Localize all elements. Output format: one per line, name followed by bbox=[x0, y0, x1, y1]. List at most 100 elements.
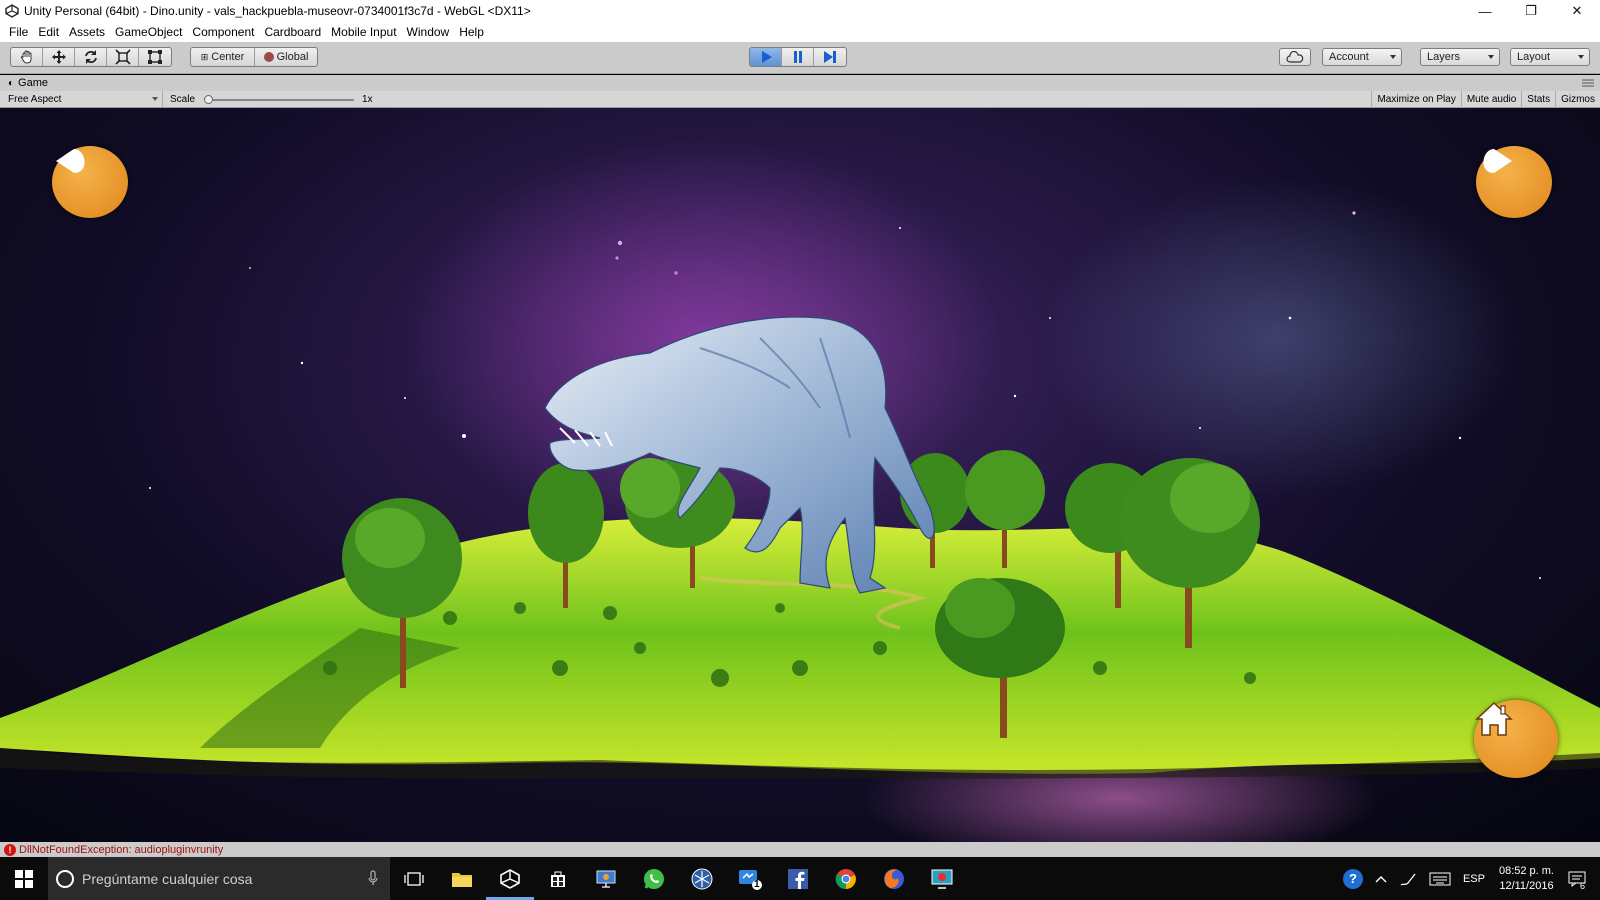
previous-button[interactable] bbox=[52, 146, 128, 218]
space-global-toggle[interactable]: Global bbox=[255, 48, 317, 66]
globe-icon bbox=[263, 52, 274, 62]
console-status-bar[interactable]: ! DllNotFoundException: audiopluginvruni… bbox=[0, 842, 1600, 857]
console-error-message: DllNotFoundException: audiopluginvrunity bbox=[19, 843, 224, 856]
move-tool-button[interactable] bbox=[43, 48, 75, 66]
gizmos-dropdown[interactable]: Gizmos bbox=[1555, 91, 1600, 108]
step-button[interactable] bbox=[814, 48, 846, 66]
messenger-button[interactable]: 1 bbox=[726, 857, 774, 900]
menu-bar: File Edit Assets GameObject Component Ca… bbox=[0, 22, 1600, 42]
chevron-down-icon bbox=[1578, 55, 1584, 59]
game-tab-label: Game bbox=[18, 77, 49, 89]
show-hidden-icons-button[interactable] bbox=[1369, 875, 1393, 883]
cortana-search-box[interactable]: Pregúntame cualquier cosa bbox=[48, 857, 390, 900]
layout-dropdown[interactable]: Layout bbox=[1510, 48, 1590, 66]
compass-app-icon bbox=[691, 868, 713, 889]
hand-icon bbox=[20, 50, 31, 64]
chevron-down-icon bbox=[1390, 55, 1396, 59]
layout-label: Layout bbox=[1517, 51, 1551, 63]
microphone-icon[interactable] bbox=[368, 870, 378, 886]
play-button[interactable] bbox=[750, 48, 782, 66]
arrow-right-icon bbox=[1483, 149, 1512, 173]
firefox-button[interactable] bbox=[870, 857, 918, 900]
home-button[interactable] bbox=[1474, 700, 1558, 778]
firefox-icon bbox=[884, 868, 904, 889]
whatsapp-button[interactable] bbox=[630, 857, 678, 900]
touch-keyboard-button[interactable] bbox=[1423, 872, 1457, 886]
close-button[interactable]: ✕ bbox=[1554, 0, 1600, 22]
file-explorer-button[interactable] bbox=[438, 857, 486, 900]
taskbar-clock[interactable]: 08:52 p. m. 12/11/2016 bbox=[1491, 864, 1562, 894]
play-controls bbox=[749, 47, 847, 67]
network-app-button[interactable] bbox=[582, 857, 630, 900]
scene-render bbox=[0, 138, 1600, 842]
pivot-center-toggle[interactable]: ⊞ Center bbox=[191, 48, 255, 66]
layers-label: Layers bbox=[1427, 51, 1461, 63]
help-icon: ? bbox=[1342, 868, 1363, 889]
scale-slider-handle[interactable] bbox=[204, 95, 213, 104]
tab-menu-icon[interactable] bbox=[1582, 79, 1594, 87]
nebula-cloud bbox=[1040, 178, 1520, 498]
chrome-button[interactable] bbox=[822, 857, 870, 900]
space-label: Global bbox=[276, 51, 309, 63]
menu-cardboard[interactable]: Cardboard bbox=[259, 25, 326, 39]
recorder-button[interactable] bbox=[918, 857, 966, 900]
scale-slider[interactable] bbox=[204, 95, 354, 104]
task-view-button[interactable] bbox=[390, 857, 438, 900]
windows-taskbar: Pregúntame cualquier cosa 1 ? ESP 08:52 … bbox=[0, 857, 1600, 900]
system-tray: ? ESP 08:52 p. m. 12/11/2016 6 bbox=[1337, 857, 1600, 900]
next-button[interactable] bbox=[1476, 146, 1552, 218]
clock-time: 08:52 p. m. bbox=[1498, 864, 1554, 877]
game-controller-icon: ◐ bbox=[8, 77, 15, 89]
maximize-button[interactable]: ❐ bbox=[1508, 0, 1554, 22]
rect-transform-icon bbox=[148, 50, 162, 64]
menu-gameobject[interactable]: GameObject bbox=[110, 25, 187, 39]
task-view-icon bbox=[404, 871, 424, 886]
account-dropdown[interactable]: Account bbox=[1322, 48, 1402, 66]
game-viewport[interactable] bbox=[0, 108, 1600, 842]
arrow-left-icon bbox=[56, 149, 85, 173]
scale-value: 1x bbox=[362, 93, 373, 105]
facebook-button[interactable] bbox=[774, 857, 822, 900]
menu-assets[interactable]: Assets bbox=[64, 25, 110, 39]
rect-tool-button[interactable] bbox=[139, 48, 171, 66]
unity-logo-icon bbox=[4, 3, 20, 19]
store-bag-icon bbox=[551, 871, 565, 887]
screen-recorder-icon bbox=[931, 869, 953, 889]
start-button[interactable] bbox=[0, 857, 48, 900]
hand-tool-button[interactable] bbox=[11, 48, 43, 66]
scale-tool-button[interactable] bbox=[107, 48, 139, 66]
menu-window[interactable]: Window bbox=[402, 25, 455, 39]
mute-audio-toggle[interactable]: Mute audio bbox=[1460, 91, 1521, 108]
help-tray-button[interactable]: ? bbox=[1337, 868, 1369, 889]
notification-count: 6 bbox=[1580, 880, 1586, 891]
pause-button[interactable] bbox=[782, 48, 814, 66]
chrome-icon bbox=[835, 868, 856, 889]
rotate-tool-button[interactable] bbox=[75, 48, 107, 66]
menu-file[interactable]: File bbox=[4, 25, 33, 39]
unity-taskbar-button[interactable] bbox=[486, 857, 534, 900]
search-placeholder: Pregúntame cualquier cosa bbox=[82, 870, 253, 887]
step-icon bbox=[824, 51, 836, 63]
stats-toggle[interactable]: Stats bbox=[1521, 91, 1555, 108]
cloud-button[interactable] bbox=[1279, 48, 1311, 66]
clock-date: 12/11/2016 bbox=[1499, 879, 1554, 892]
menu-component[interactable]: Component bbox=[187, 25, 259, 39]
aspect-dropdown[interactable]: Free Aspect bbox=[8, 91, 163, 107]
whatsapp-icon bbox=[644, 868, 664, 889]
game-tab[interactable]: ◐ Game bbox=[8, 77, 48, 89]
maximize-on-play-toggle[interactable]: Maximize on Play bbox=[1371, 91, 1460, 108]
menu-help[interactable]: Help bbox=[454, 25, 489, 39]
action-center-button[interactable]: 6 bbox=[1562, 871, 1600, 891]
error-icon: ! bbox=[4, 843, 16, 856]
minimize-button[interactable]: — bbox=[1462, 0, 1508, 22]
desktop-network-icon bbox=[596, 870, 616, 888]
pivot-label: Center bbox=[211, 51, 245, 63]
input-language-button[interactable]: ESP bbox=[1457, 873, 1491, 885]
menu-edit[interactable]: Edit bbox=[33, 25, 64, 39]
menu-mobile-input[interactable]: Mobile Input bbox=[326, 25, 401, 39]
pen-tray-button[interactable] bbox=[1393, 871, 1423, 887]
app-button[interactable] bbox=[678, 857, 726, 900]
layers-dropdown[interactable]: Layers bbox=[1420, 48, 1500, 66]
scale-label: Scale bbox=[170, 93, 196, 105]
store-button[interactable] bbox=[534, 857, 582, 900]
